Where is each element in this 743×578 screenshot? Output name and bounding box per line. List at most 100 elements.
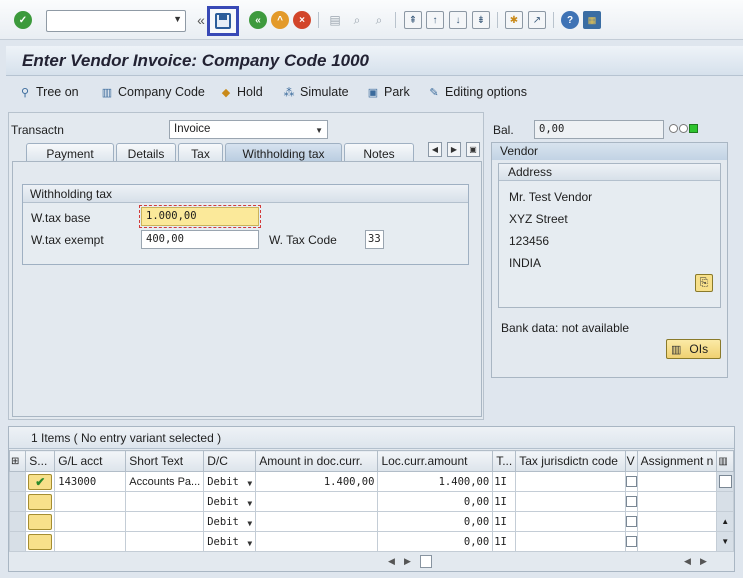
cell-debit-credit[interactable]: Debit ▼ — [203, 471, 257, 492]
cell-short-text[interactable]: Accounts Pa... — [125, 471, 205, 492]
cell-gl-account[interactable]: 143000 — [54, 471, 127, 492]
cell-local-amount[interactable]: 0,00 — [377, 511, 494, 532]
cell-assignment[interactable] — [636, 491, 718, 512]
find-icon[interactable]: ⌕ — [348, 11, 366, 29]
command-field[interactable]: ▼ — [46, 10, 186, 32]
park-button[interactable]: ▣ Park — [366, 85, 410, 99]
cell-short-text[interactable] — [125, 511, 205, 532]
col-local-curr-amount[interactable]: Loc.curr.amount — [377, 450, 494, 472]
vertical-scrollbar[interactable] — [716, 491, 734, 512]
col-v[interactable]: V — [624, 450, 638, 472]
scroll-right-icon[interactable]: ▶ — [404, 556, 411, 567]
col-gl-account[interactable]: G/L acct — [54, 450, 127, 472]
checkbox[interactable] — [626, 536, 637, 548]
tab-withholding-tax[interactable]: Withholding tax — [225, 143, 342, 162]
cell-tax-code[interactable]: 1I — [492, 531, 517, 552]
cell-v[interactable] — [624, 511, 638, 532]
cell-local-amount[interactable]: 0,00 — [377, 491, 494, 512]
prev-page-icon[interactable]: ↑ — [426, 11, 444, 29]
simulate-button[interactable]: ⁂ Simulate — [282, 85, 349, 99]
next-page-icon[interactable]: ↓ — [449, 11, 467, 29]
cell-debit-credit[interactable]: Debit ▼ — [203, 511, 257, 532]
col-debit-credit[interactable]: D/C — [203, 450, 257, 472]
cell-tax-code[interactable]: 1I — [492, 471, 517, 492]
layout-icon[interactable]: ▦ — [583, 11, 601, 29]
column-settings-icon[interactable]: ▥ — [716, 450, 734, 472]
col-tax-jurisdiction[interactable]: Tax jurisdictn code — [515, 450, 626, 472]
cell-tax-jurisdiction[interactable] — [515, 531, 626, 552]
cell-v[interactable] — [624, 471, 638, 492]
scroll-thumb[interactable] — [718, 475, 732, 488]
create-session-icon[interactable]: ✱ — [505, 11, 523, 29]
cell-short-text[interactable] — [125, 491, 205, 512]
col-amount-doc-curr[interactable]: Amount in doc.curr. — [255, 450, 379, 472]
col-assignment[interactable]: Assignment n — [636, 450, 718, 472]
first-page-icon[interactable]: ⇞ — [404, 11, 422, 29]
editing-options-button[interactable]: ✎ Editing options — [427, 85, 527, 99]
row-selector[interactable] — [8, 531, 27, 552]
row-status[interactable] — [25, 511, 56, 532]
chevron-down-icon[interactable]: ▼ — [247, 519, 252, 528]
horizontal-scrollbar[interactable]: ◀ ▶ ◀ ▶ — [384, 555, 714, 569]
scroll-thumb[interactable] — [420, 555, 432, 568]
chevron-down-icon[interactable]: ▼ — [247, 499, 252, 508]
scroll-down-icon[interactable]: ▼ — [716, 531, 734, 552]
chevron-down-icon[interactable]: ▼ — [247, 539, 252, 548]
row-selector[interactable] — [8, 511, 27, 532]
transaction-select[interactable]: Invoice ▼ — [169, 120, 328, 139]
cell-tax-code[interactable]: 1I — [492, 511, 517, 532]
tab-scroll-left-icon[interactable]: ◀ — [428, 142, 442, 157]
cell-amount[interactable] — [255, 531, 379, 552]
cell-debit-credit[interactable]: Debit ▼ — [203, 531, 257, 552]
cell-tax-jurisdiction[interactable] — [515, 471, 626, 492]
company-code-button[interactable]: ▥ Company Code — [100, 85, 205, 99]
row-selector[interactable] — [8, 491, 27, 512]
row-status[interactable]: ✔ — [25, 471, 56, 492]
help-icon[interactable]: ? — [561, 11, 579, 29]
cell-gl-account[interactable] — [54, 531, 127, 552]
tab-scroll-right-icon[interactable]: ▶ — [447, 142, 461, 157]
col-status[interactable]: S... — [25, 450, 56, 472]
cell-debit-credit[interactable]: Debit ▼ — [203, 491, 257, 512]
enter-icon[interactable]: ✓ — [14, 11, 32, 29]
last-page-icon[interactable]: ⇟ — [472, 11, 490, 29]
cell-tax-code[interactable]: 1I — [492, 491, 517, 512]
cell-gl-account[interactable] — [54, 511, 127, 532]
cell-amount[interactable] — [255, 491, 379, 512]
save-button[interactable] — [207, 6, 239, 36]
cell-assignment[interactable] — [636, 511, 718, 532]
cell-assignment[interactable] — [636, 471, 718, 492]
tree-on-button[interactable]: ⚲ Tree on — [18, 85, 79, 99]
row-status[interactable] — [25, 531, 56, 552]
wtax-code-input[interactable]: 33 — [365, 230, 384, 249]
cell-v[interactable] — [624, 491, 638, 512]
col-tax-code[interactable]: T... — [492, 450, 517, 472]
tab-notes[interactable]: Notes — [344, 143, 414, 162]
checkbox[interactable] — [626, 496, 637, 508]
cell-amount[interactable]: 1.400,00 — [255, 471, 379, 492]
tab-list-icon[interactable]: ▣ — [466, 142, 480, 157]
row-selector[interactable] — [8, 471, 27, 492]
chevron-down-icon[interactable]: ▼ — [247, 479, 252, 488]
cell-local-amount[interactable]: 1.400,00 — [377, 471, 494, 492]
cell-v[interactable] — [624, 531, 638, 552]
vertical-scrollbar[interactable] — [716, 471, 734, 492]
cell-tax-jurisdiction[interactable] — [515, 491, 626, 512]
table-row[interactable]: ✔ 143000 Accounts Pa... Debit ▼ 1.400,00 … — [8, 471, 734, 492]
cell-amount[interactable] — [255, 511, 379, 532]
wtax-exempt-input[interactable]: 400,00 — [141, 230, 259, 249]
open-items-button[interactable]: ▥ OIs — [666, 339, 721, 359]
cell-assignment[interactable] — [636, 531, 718, 552]
row-status[interactable] — [25, 491, 56, 512]
cell-local-amount[interactable]: 0,00 — [377, 531, 494, 552]
scroll-up-icon[interactable]: ▲ — [716, 511, 734, 532]
cancel-icon[interactable]: × — [293, 11, 311, 29]
chevron-down-icon[interactable]: ▼ — [173, 14, 182, 24]
scroll-right-icon[interactable]: ▶ — [700, 556, 707, 567]
tab-details[interactable]: Details — [116, 143, 176, 162]
shortcut-icon[interactable]: ↗ — [528, 11, 546, 29]
back-icon[interactable]: « — [249, 11, 267, 29]
scroll-left-icon[interactable]: ◀ — [388, 556, 395, 567]
wtax-base-input[interactable]: 1.000,00 — [139, 205, 261, 228]
chevron-down-icon[interactable]: ▼ — [315, 126, 323, 135]
